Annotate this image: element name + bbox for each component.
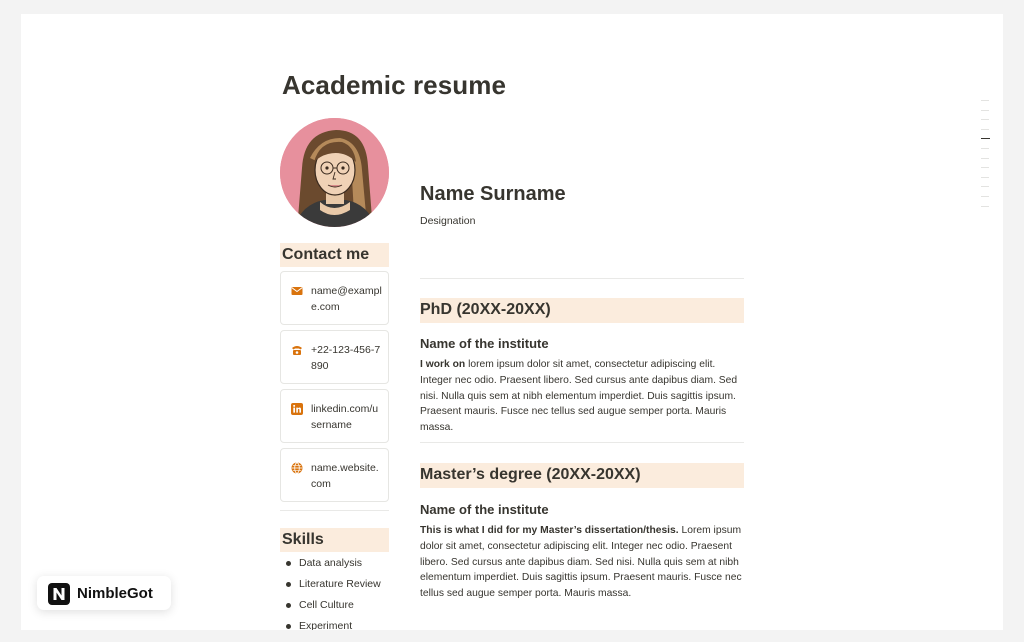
mail-icon: [291, 287, 303, 295]
description-lead: I work on: [420, 359, 466, 370]
skills-heading: Skills: [280, 528, 389, 552]
avatar-illustration: [280, 118, 389, 227]
globe-icon: [291, 462, 303, 474]
degree-heading-masters: Master’s degree (20XX-20XX): [420, 463, 744, 488]
contact-email-text[interactable]: name@example.com: [311, 283, 383, 315]
skills-list: Data analysis Literature Review Cell Cul…: [280, 555, 381, 630]
resume-page: Academic resume Contact me name@example.…: [21, 14, 1003, 630]
contact-email-card[interactable]: name@example.com: [280, 271, 389, 325]
contact-phone-card[interactable]: +22-123-456-7890: [280, 330, 389, 384]
brand-name: NimbleGot: [77, 585, 153, 602]
skill-item: Cell Culture: [280, 597, 381, 618]
left-divider: [280, 510, 389, 511]
phone-icon: [292, 346, 302, 355]
contact-website-card[interactable]: name.website.com: [280, 448, 389, 502]
contact-linkedin-card[interactable]: linkedin.com/username: [280, 389, 389, 443]
description-phd: I work on lorem ipsum dolor sit amet, co…: [420, 357, 744, 436]
description-body: lorem ipsum dolor sit amet, consectetur …: [420, 359, 738, 434]
skill-item: Data analysis: [280, 555, 381, 576]
skill-item: Literature Review: [280, 576, 381, 597]
section-divider: [420, 442, 744, 443]
page-title: Academic resume: [282, 70, 507, 100]
contact-website-text[interactable]: name.website.com: [311, 460, 383, 492]
header-divider: [420, 278, 744, 279]
brand-badge[interactable]: NimbleGot: [37, 576, 171, 610]
institute-name-phd: Name of the institute: [420, 336, 549, 351]
page-outline-markers[interactable]: [981, 100, 991, 215]
description-lead: This is what I did for my Master’s disse…: [420, 525, 679, 536]
profile-name: Name Surname: [420, 183, 566, 205]
brand-logo-icon: [48, 583, 70, 605]
description-masters: This is what I did for my Master’s disse…: [420, 523, 744, 602]
description-body: Lorem ipsum dolor sit amet, consectetur …: [420, 525, 742, 600]
contact-phone-text[interactable]: +22-123-456-7890: [311, 342, 383, 374]
linkedin-icon: [291, 403, 303, 415]
contact-heading: Contact me: [280, 243, 389, 267]
contact-linkedin-text[interactable]: linkedin.com/username: [311, 401, 383, 433]
profile-avatar: [280, 118, 389, 227]
profile-designation: Designation: [420, 215, 476, 227]
degree-heading-phd: PhD (20XX-20XX): [420, 298, 744, 323]
institute-name-masters: Name of the institute: [420, 502, 549, 517]
skill-item: Experiment: [280, 618, 381, 630]
